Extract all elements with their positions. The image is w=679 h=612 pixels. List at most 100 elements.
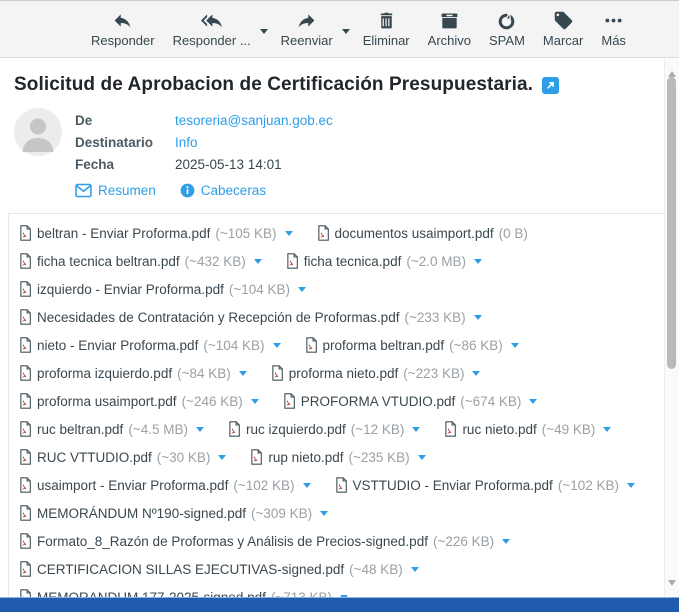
attachment[interactable]: nieto - Enviar Proforma.pdf(~104 KB) bbox=[19, 337, 281, 353]
pdf-icon bbox=[19, 393, 32, 409]
scroll-up-icon[interactable] bbox=[668, 67, 676, 77]
chevron-down-icon[interactable] bbox=[474, 315, 482, 324]
header-label: De bbox=[75, 113, 175, 128]
avatar bbox=[14, 108, 62, 156]
chevron-down-icon[interactable] bbox=[196, 427, 204, 436]
attachment-name: ficha tecnica beltran.pdf bbox=[37, 254, 180, 269]
chevron-down-icon[interactable] bbox=[603, 427, 611, 436]
attachment[interactable]: izquierdo - Enviar Proforma.pdf(~104 KB) bbox=[19, 281, 306, 297]
toolbar-button-label: Responder bbox=[91, 34, 155, 48]
attachment-name: CERTIFICACION SILLAS EJECUTIVAS-signed.p… bbox=[37, 562, 344, 577]
attachment-name: documentos usaimport.pdf bbox=[335, 226, 494, 241]
chevron-down-icon[interactable] bbox=[529, 399, 537, 408]
chevron-down-icon[interactable] bbox=[298, 287, 306, 296]
chevron-down-icon[interactable] bbox=[320, 511, 328, 520]
toolbar-button-reply[interactable]: Responder bbox=[82, 8, 164, 50]
attachment-size: (~104 KB) bbox=[203, 338, 264, 353]
toolbar-button-reply-all[interactable]: Responder ... bbox=[164, 8, 260, 50]
pdf-icon bbox=[19, 561, 32, 577]
attachment-size: (~246 KB) bbox=[182, 394, 243, 409]
attachment[interactable]: proforma beltran.pdf(~86 KB) bbox=[305, 337, 519, 353]
header-value[interactable]: Info bbox=[175, 135, 198, 150]
action-headers[interactable]: Cabeceras bbox=[180, 183, 266, 198]
chevron-down-icon[interactable] bbox=[411, 567, 419, 576]
toolbar-button-label: Marcar bbox=[543, 34, 583, 48]
chevron-down-icon[interactable] bbox=[418, 455, 426, 464]
attachment[interactable]: proforma usaimport.pdf(~246 KB) bbox=[19, 393, 259, 409]
scroll-down-icon[interactable] bbox=[668, 580, 676, 590]
attachment[interactable]: proforma nieto.pdf(~223 KB) bbox=[271, 365, 481, 381]
toolbar-menu-forward[interactable] bbox=[342, 8, 354, 38]
chevron-down-icon[interactable] bbox=[251, 399, 259, 408]
attachment[interactable]: ruc nieto.pdf (~49 KB) bbox=[444, 421, 611, 437]
toolbar-menu-reply-all[interactable] bbox=[260, 8, 272, 38]
chevron-down-icon[interactable] bbox=[502, 539, 510, 548]
chevron-down-icon[interactable] bbox=[285, 231, 293, 240]
attachment[interactable]: Formato_8_Razón de Proformas y Análisis … bbox=[19, 533, 510, 549]
attachment-name: Formato_8_Razón de Proformas y Análisis … bbox=[37, 534, 428, 549]
chevron-down-icon[interactable] bbox=[472, 371, 480, 380]
toolbar-button-label: Archivo bbox=[428, 34, 471, 48]
chevron-down-icon[interactable] bbox=[254, 259, 262, 268]
attachment[interactable]: usaimport - Enviar Proforma.pdf(~102 KB) bbox=[19, 477, 311, 493]
toolbar-button-junk[interactable]: SPAM bbox=[480, 8, 534, 50]
attachment[interactable]: MEMORÁNDUM Nº190-signed.pdf(~309 KB) bbox=[19, 505, 328, 521]
attachment[interactable]: ruc izquierdo.pdf(~12 KB) bbox=[228, 421, 420, 437]
attachment[interactable]: CERTIFICACION SILLAS EJECUTIVAS-signed.p… bbox=[19, 561, 419, 577]
chevron-down-icon[interactable] bbox=[511, 343, 519, 352]
attachment[interactable]: documentos usaimport.pdf(0 B) bbox=[317, 225, 528, 241]
chevron-down-icon[interactable] bbox=[239, 371, 247, 380]
attachment[interactable]: VSTTUDIO - Enviar Proforma.pdf(~102 KB) bbox=[335, 477, 635, 493]
pdf-icon bbox=[19, 533, 32, 549]
action-summary[interactable]: Resumen bbox=[75, 183, 156, 198]
pdf-icon bbox=[19, 281, 32, 297]
attachment-name: rup nieto.pdf bbox=[268, 450, 343, 465]
attachment[interactable]: PROFORMA VTUDIO.pdf(~674 KB) bbox=[283, 393, 538, 409]
subject-line: Solicitud de Aprobacion de Certificación… bbox=[14, 74, 665, 96]
attachment[interactable]: rup nieto.pdf(~235 KB) bbox=[250, 449, 425, 465]
attachment-name: Necesidades de Contratación y Recepción … bbox=[37, 310, 399, 325]
pdf-icon bbox=[19, 225, 32, 241]
attachment-row: ruc beltran.pdf(~4.5 MB) ruc izquierdo.pd… bbox=[19, 415, 665, 443]
attachment-list: beltran - Enviar Proforma.pdf(~105 KB) do… bbox=[8, 213, 665, 598]
chevron-down-icon[interactable] bbox=[273, 343, 281, 352]
toolbar-button-delete[interactable]: Eliminar bbox=[354, 8, 419, 50]
toolbar-button-mark[interactable]: Marcar bbox=[534, 8, 592, 50]
toolbar-button-more[interactable]: Más bbox=[592, 8, 635, 50]
attachment-row: nieto - Enviar Proforma.pdf(~104 KB) prof… bbox=[19, 331, 665, 359]
attachment-row: proforma izquierdo.pdf(~84 KB) proforma n… bbox=[19, 359, 665, 387]
chevron-down-icon bbox=[342, 29, 350, 38]
chevron-down-icon[interactable] bbox=[303, 483, 311, 492]
action-label: Cabeceras bbox=[201, 183, 266, 198]
attachment[interactable]: ruc beltran.pdf(~4.5 MB) bbox=[19, 421, 204, 437]
pdf-icon bbox=[317, 225, 330, 241]
attachment[interactable]: ficha tecnica.pdf(~2.0 MB) bbox=[286, 253, 482, 269]
attachment-name: ruc nieto.pdf bbox=[462, 422, 536, 437]
attachment-name: ficha tecnica.pdf bbox=[304, 254, 402, 269]
header-value[interactable]: tesoreria@sanjuan.gob.ec bbox=[175, 113, 333, 128]
sender-block: Detesoreria@sanjuan.gob.ecDestinatarioIn… bbox=[14, 108, 679, 175]
chevron-down-icon[interactable] bbox=[412, 427, 420, 436]
external-link-icon[interactable] bbox=[542, 77, 559, 94]
attachment[interactable]: beltran - Enviar Proforma.pdf(~105 KB) bbox=[19, 225, 293, 241]
chevron-down-icon[interactable] bbox=[627, 483, 635, 492]
archive-icon bbox=[439, 10, 460, 31]
attachment-name: izquierdo - Enviar Proforma.pdf bbox=[37, 282, 224, 297]
scrollbar[interactable] bbox=[664, 59, 679, 598]
attachment[interactable]: RUC VTTUDIO.pdf(~30 KB) bbox=[19, 449, 226, 465]
attachment-name: VSTTUDIO - Enviar Proforma.pdf bbox=[353, 478, 553, 493]
attachment-size: (~49 KB) bbox=[542, 422, 596, 437]
attachment[interactable]: proforma izquierdo.pdf(~84 KB) bbox=[19, 365, 247, 381]
toolbar-button-label: Eliminar bbox=[363, 34, 410, 48]
attachment-size: (~4.5 MB) bbox=[128, 422, 188, 437]
toolbar-button-archive[interactable]: Archivo bbox=[419, 8, 480, 50]
attachment-name: RUC VTTUDIO.pdf bbox=[37, 450, 152, 465]
pdf-icon bbox=[19, 253, 32, 269]
chevron-down-icon[interactable] bbox=[218, 455, 226, 464]
attachment[interactable]: Necesidades de Contratación y Recepción … bbox=[19, 309, 482, 325]
scrollbar-thumb[interactable] bbox=[667, 77, 676, 369]
attachment[interactable]: ficha tecnica beltran.pdf(~432 KB) bbox=[19, 253, 262, 269]
attachment-row: Formato_8_Razón de Proformas y Análisis … bbox=[19, 527, 665, 555]
chevron-down-icon[interactable] bbox=[474, 259, 482, 268]
toolbar-button-forward[interactable]: Reenviar bbox=[272, 8, 342, 50]
